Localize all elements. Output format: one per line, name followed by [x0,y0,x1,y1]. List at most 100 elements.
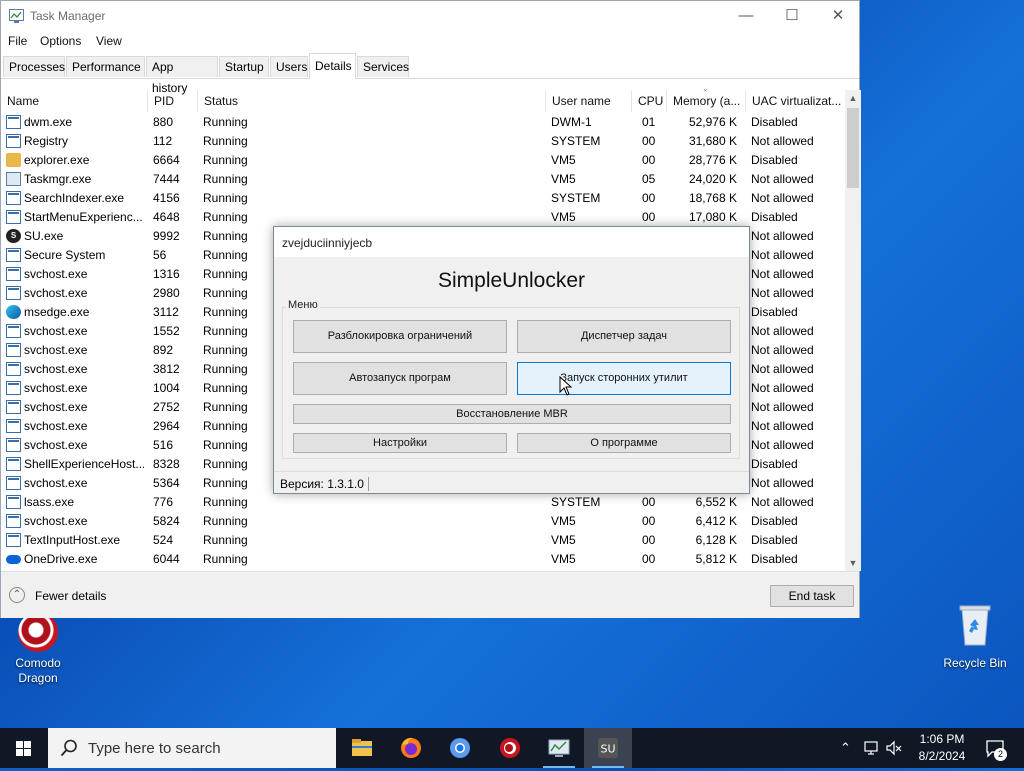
cell-pid: 6044 [153,552,180,566]
cell-name: svchost.exe [24,343,88,357]
title-bar[interactable]: Task Manager — ☐ ✕ [1,1,859,31]
chevron-up-icon[interactable]: ⌃ [9,587,25,603]
menu-view[interactable]: View [96,34,122,48]
cell-mem: 24,020 K [688,172,737,186]
cell-uac: Disabled [751,115,798,129]
start-button[interactable] [0,728,48,768]
cell-pid: 7444 [153,172,180,186]
cell-status: Running [203,115,248,129]
table-row[interactable]: explorer.exe 6664 Running VM5 00 28,776 K Disa… [1,151,845,170]
desktop-icon-recycle-bin[interactable]: Recycle Bin [939,603,1011,670]
scroll-down-arrow-icon[interactable]: ▼ [845,555,861,571]
cell-uac: Not allowed [751,134,814,148]
table-row[interactable]: lsass.exe 776 Running SYSTEM 00 6,552 K Not al… [1,493,845,512]
cell-status: Running [203,305,248,319]
about-button[interactable]: О программе [517,433,731,453]
cell-name: svchost.exe [24,324,88,338]
vertical-scrollbar[interactable]: ▲ ▼ [845,90,861,571]
cell-status: Running [203,343,248,357]
cell-pid: 1552 [153,324,180,338]
clock-time[interactable]: 1:06 PM [912,732,972,746]
menu-options[interactable]: Options [40,34,81,48]
search-icon [60,739,77,757]
taskbar-comodo-dragon[interactable] [486,728,534,768]
taskbar-file-explorer[interactable] [338,728,386,768]
comodo-dragon-icon [18,612,58,652]
column-header-status[interactable]: Status [197,90,545,112]
fewer-details-link[interactable]: Fewer details [35,589,106,603]
tab-startup[interactable]: Startup [219,56,269,77]
scroll-thumb[interactable] [847,108,859,188]
table-row[interactable]: svchost.exe 5824 Running VM5 00 6,412 K Disabl… [1,512,845,531]
taskbar-su[interactable]: SU [584,728,632,768]
run-third-party-utilities-button[interactable]: Запуск сторонних утилит [517,362,731,395]
cell-status: Running [203,381,248,395]
cell-name: Taskmgr.exe [24,172,92,186]
window-icon [6,438,21,452]
tab-services[interactable]: Services [357,56,409,77]
cell-user: VM5 [551,514,576,528]
cell-pid: 4156 [153,191,180,205]
windows-logo-icon [16,741,31,756]
restore-mbr-button[interactable]: Восстановление MBR [293,404,731,424]
tab-app-history[interactable]: App history [146,56,218,95]
column-header-pid[interactable]: PID [147,90,197,112]
volume-muted-icon[interactable] [886,740,902,756]
unlock-restrictions-button[interactable]: Разблокировка ограничений [293,320,507,353]
end-task-button[interactable]: End task [770,585,854,607]
table-row[interactable]: StartMenuExperienc... 4648 Running VM5 00 17,… [1,208,845,227]
cell-status: Running [203,210,248,224]
cell-mem: 6,552 K [695,495,737,509]
cell-pid: 3112 [153,305,179,319]
scroll-up-arrow-icon[interactable]: ▲ [845,90,861,106]
chevron-up-icon[interactable]: ⌃ [840,740,851,756]
column-header-user-name[interactable]: User name [545,90,631,112]
taskbar-search-box[interactable]: Type here to search [48,728,336,768]
network-icon[interactable] [864,740,880,756]
cell-uac: Disabled [751,457,798,471]
dialog-title-bar[interactable]: zvejduciinniyjecb [274,227,749,257]
column-header-name[interactable]: Name [1,90,147,112]
menu-file[interactable]: File [8,34,27,48]
cell-uac: Disabled [751,153,798,167]
close-button[interactable]: ✕ [815,1,861,31]
cell-uac: Not allowed [751,476,814,490]
tab-performance[interactable]: Performance [66,56,145,77]
cell-name: Secure System [24,248,106,262]
edge-icon [6,305,21,319]
cell-uac: Not allowed [751,400,814,414]
desktop-icon-comodo-dragon[interactable]: Comodo Dragon [2,612,74,686]
minimize-button[interactable]: — [723,1,769,31]
taskbar-firefox[interactable] [387,728,435,768]
taskbar-chromium[interactable] [436,728,484,768]
settings-button[interactable]: Настройки [293,433,507,453]
tab-details[interactable]: Details [309,53,356,79]
cell-name: svchost.exe [24,400,88,414]
column-header-cpu[interactable]: CPU [631,90,666,112]
notification-badge: 2 [994,748,1007,761]
task-manager-button[interactable]: Диспетчер задач [517,320,731,353]
tab-processes[interactable]: Processes [3,56,65,77]
table-row[interactable]: TextInputHost.exe 524 Running VM5 00 6,128 K D… [1,531,845,550]
column-headers: Name PID Status User name CPU Memory (a.… [1,84,845,112]
column-header-uac[interactable]: UAC virtualizat... [745,90,845,112]
cell-cpu: 00 [642,210,656,224]
sort-chevron-icon: ⌄ [702,84,709,93]
clock-date[interactable]: 8/2/2024 [912,749,972,763]
table-row[interactable]: OneDrive.exe 6044 Running VM5 00 5,812 K Disab… [1,550,845,569]
cell-name: msedge.exe [24,305,90,319]
table-row[interactable]: SearchIndexer.exe 4156 Running SYSTEM 00 18,7… [1,189,845,208]
maximize-button[interactable]: ☐ [769,1,815,31]
window-icon [6,419,21,433]
cell-pid: 56 [153,248,167,262]
table-row[interactable]: dwm.exe 880 Running DWM-1 01 52,976 K Disabled [1,113,845,132]
cell-uac: Not allowed [751,248,814,262]
cell-uac: Disabled [751,514,798,528]
taskbar-task-manager[interactable] [535,728,583,768]
tab-users[interactable]: Users [270,56,308,77]
table-row[interactable]: Registry 112 Running SYSTEM 00 31,680 K Not al… [1,132,845,151]
autorun-button[interactable]: Автозапуск програм [293,362,507,395]
cell-status: Running [203,476,248,490]
column-header-memory[interactable]: Memory (a... [666,90,745,112]
table-row[interactable]: Taskmgr.exe 7444 Running VM5 05 24,020 K Not a… [1,170,845,189]
